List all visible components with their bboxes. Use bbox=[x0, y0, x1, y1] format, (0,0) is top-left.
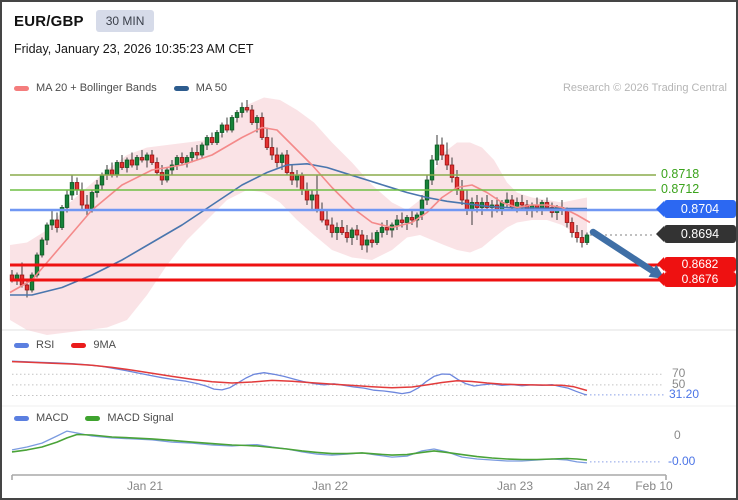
support-price-tag: 0.8682 bbox=[657, 256, 736, 272]
trading-central-chart-page: EUR/GBP 30 MIN Friday, January 23, 2026 … bbox=[0, 0, 738, 500]
macd-last-value-label: -0.00 bbox=[668, 454, 696, 468]
pivot-price-tag: 0.8704 bbox=[656, 200, 736, 218]
support-price-tag: 0.8676 bbox=[657, 271, 736, 287]
macd-signal-legend-label: MACD Signal bbox=[107, 412, 174, 424]
macd-legend: MACD MACD Signal bbox=[14, 412, 183, 424]
rsi-9ma-swatch-icon bbox=[71, 342, 87, 348]
x-axis-tick-label: Jan 22 bbox=[311, 479, 349, 493]
x-axis-tick-label: Jan 23 bbox=[496, 479, 534, 493]
macd-signal-swatch-icon bbox=[85, 415, 101, 421]
rsi-legend-label: RSI bbox=[36, 339, 55, 351]
x-axis-tick-label: Jan 21 bbox=[126, 479, 164, 493]
rsi-swatch-icon bbox=[14, 342, 29, 348]
last-price-tag: 0.8694 bbox=[656, 225, 736, 243]
macd-swatch-icon bbox=[14, 415, 29, 421]
x-axis-tick-label: Jan 24 bbox=[573, 479, 611, 493]
resistance-level-label: 0.8718 bbox=[661, 167, 700, 181]
x-axis-tick-label: Feb 10 bbox=[635, 479, 673, 493]
rsi-legend: RSI 9MA bbox=[14, 339, 126, 351]
resistance-level-label: 0.8712 bbox=[661, 182, 700, 196]
macd-zero-label: 0 bbox=[674, 428, 681, 442]
macd-legend-label: MACD bbox=[36, 412, 69, 424]
rsi-9ma-legend-label: 9MA bbox=[93, 339, 116, 351]
rsi-last-value-label: 31.20 bbox=[669, 387, 700, 401]
